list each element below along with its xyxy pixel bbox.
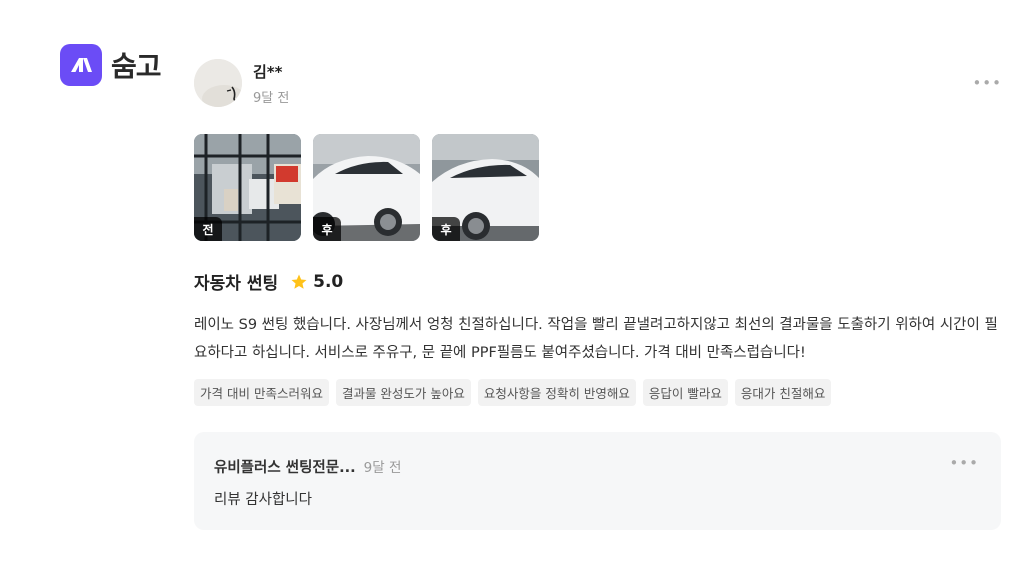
provider-reply: 유비플러스 썬팅전문... 9달 전 ••• 리뷰 감사합니다	[194, 432, 1001, 530]
review-tag: 가격 대비 만족스러워요	[194, 379, 329, 406]
review-tags: 가격 대비 만족스러워요 결과물 완성도가 높아요 요청사항을 정확히 반영해요…	[194, 379, 1002, 406]
review-header: 김** 9달 전 •••	[194, 58, 1002, 108]
review-photos: 전 후 후	[194, 134, 1002, 241]
review-tag: 결과물 완성도가 높아요	[335, 379, 471, 406]
reply-more-options-icon[interactable]: •••	[949, 454, 979, 472]
avatar[interactable]	[194, 59, 242, 107]
more-options-icon[interactable]: •••	[972, 74, 1002, 92]
photo-tag: 후	[432, 217, 460, 241]
user-name: 김**	[253, 62, 283, 81]
photo-tag: 후	[313, 217, 341, 241]
soomgo-logo[interactable]: 숨고	[60, 44, 162, 86]
reply-header: 유비플러스 썬팅전문... 9달 전	[214, 456, 401, 477]
user-info: 김** 9달 전	[253, 61, 289, 106]
photo-after-1[interactable]: 후	[313, 134, 420, 241]
reply-text: 리뷰 감사합니다	[214, 492, 312, 508]
service-rating-row: 자동차 썬팅 5.0	[194, 269, 1002, 295]
review-tag: 요청사항을 정확히 반영해요	[477, 379, 636, 406]
rating-value: 5.0	[313, 271, 344, 292]
review-time: 9달 전	[253, 90, 290, 106]
review-tag: 응답이 빨라요	[642, 379, 728, 406]
photo-before[interactable]: 전	[194, 134, 301, 241]
reply-provider-name[interactable]: 유비플러스 썬팅전문...	[214, 456, 356, 477]
reply-time: 9달 전	[363, 460, 402, 476]
logo-text: 숨고	[111, 50, 162, 83]
review-tag: 응대가 친절해요	[734, 379, 832, 406]
logo-mark-icon	[60, 44, 102, 86]
review-text: 레이노 S9 썬팅 했습니다. 사장님께서 엉청 친절하십니다. 작업을 빨리 …	[194, 317, 998, 361]
photo-tag: 전	[194, 217, 222, 241]
service-title: 자동차 썬팅	[194, 274, 279, 294]
review-card: 김** 9달 전 ••• 전 후 후 자동차 썬팅 5.0 레이노 S9 썬팅 …	[194, 58, 1002, 406]
photo-after-2[interactable]: 후	[432, 134, 539, 241]
star-icon	[290, 273, 308, 291]
